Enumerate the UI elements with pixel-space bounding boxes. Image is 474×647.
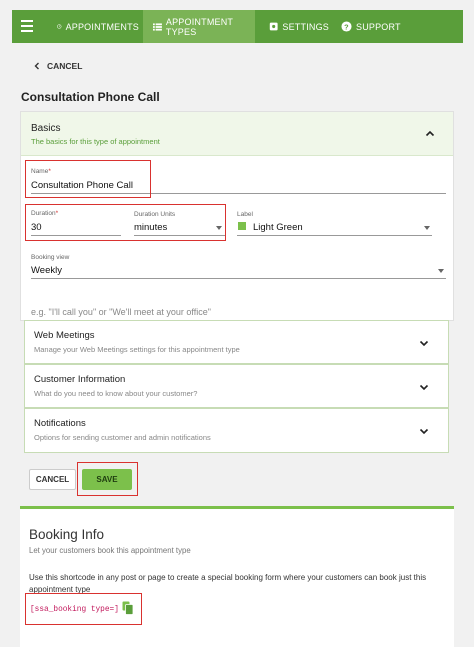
web-meetings-title: Web Meetings xyxy=(34,330,95,341)
basics-header[interactable]: Basics The basics for this type of appoi… xyxy=(21,112,453,156)
nav-support-label: SUPPORT xyxy=(356,21,401,32)
chevron-left-icon xyxy=(34,62,39,70)
section-customer-information[interactable]: Customer Information What do you need to… xyxy=(24,364,449,408)
notifications-title: Notifications xyxy=(34,418,86,429)
customer-information-subtitle: What do you need to know about your cust… xyxy=(34,389,198,398)
nav-appointments[interactable]: APPOINTMENTS xyxy=(57,10,139,43)
shortcode-highlight xyxy=(25,593,142,625)
booking-view-label: Booking view xyxy=(31,254,70,261)
booking-info-panel: Booking Info Let your customers book thi… xyxy=(20,506,454,647)
customer-information-title: Customer Information xyxy=(34,374,126,385)
label-underline xyxy=(237,235,432,236)
nav-appointment-types[interactable]: APPOINTMENT TYPES xyxy=(143,10,255,43)
nav-settings-label: SETTINGS xyxy=(282,21,329,32)
help-icon: ? xyxy=(341,21,352,32)
cancel-button[interactable]: CANCEL xyxy=(29,469,76,490)
label-field-label: Label xyxy=(237,211,253,218)
booking-view-underline xyxy=(31,278,446,279)
booking-view-caret-icon[interactable] xyxy=(438,269,444,273)
menu-icon[interactable] xyxy=(21,20,33,32)
chevron-down-icon[interactable] xyxy=(419,338,429,348)
cancel-link-label: CANCEL xyxy=(47,61,83,71)
list-icon xyxy=(153,22,162,31)
nav-appointments-label: APPOINTMENTS xyxy=(65,21,139,32)
web-meetings-subtitle: Manage your Web Meetings settings for th… xyxy=(34,345,240,354)
basics-panel: Basics The basics for this type of appoi… xyxy=(20,111,454,321)
basics-subtitle: The basics for this type of appointment xyxy=(31,137,160,146)
svg-text:?: ? xyxy=(344,22,349,31)
duration-highlight xyxy=(25,204,226,241)
basics-title: Basics xyxy=(31,123,61,134)
chevron-down-icon[interactable] xyxy=(419,426,429,436)
nav-appointment-types-label: APPOINTMENT TYPES xyxy=(165,16,233,37)
name-highlight xyxy=(25,160,151,198)
label-color-swatch xyxy=(238,222,246,230)
nav-settings[interactable]: SETTINGS xyxy=(269,10,329,43)
instructions-input[interactable]: e.g. "I'll call you" or "We'll meet at y… xyxy=(31,307,211,317)
top-nav-bar: APPOINTMENTS APPOINTMENT TYPES SETTINGS … xyxy=(12,10,463,43)
booking-info-subtitle: Let your customers book this appointment… xyxy=(29,546,191,555)
page-title: Consultation Phone Call xyxy=(21,90,160,104)
chevron-down-icon[interactable] xyxy=(419,382,429,392)
clock-icon xyxy=(57,24,62,29)
section-notifications[interactable]: Notifications Options for sending custom… xyxy=(24,408,449,453)
save-highlight xyxy=(77,462,138,496)
booking-info-title: Booking Info xyxy=(29,527,105,542)
booking-view-select[interactable]: Weekly xyxy=(31,265,62,276)
label-caret-icon[interactable] xyxy=(424,226,430,230)
nav-support[interactable]: ? SUPPORT xyxy=(341,10,411,43)
label-select[interactable]: Light Green xyxy=(253,222,303,233)
chevron-up-icon[interactable] xyxy=(425,129,435,139)
section-web-meetings[interactable]: Web Meetings Manage your Web Meetings se… xyxy=(24,320,449,364)
back-cancel-link[interactable]: CANCEL xyxy=(33,60,82,72)
gear-icon xyxy=(269,22,278,31)
notifications-subtitle: Options for sending customer and admin n… xyxy=(34,433,211,442)
